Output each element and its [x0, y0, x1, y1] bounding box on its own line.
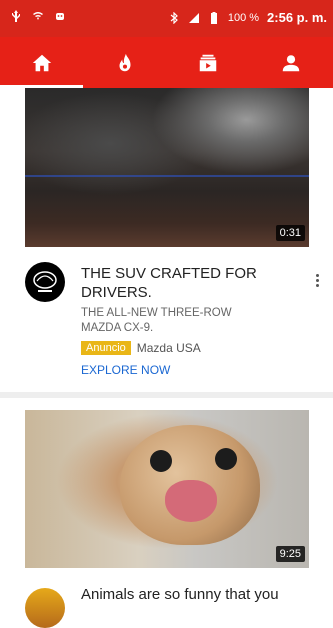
ad-subtitle-line1: THE ALL-NEW THREE-ROW — [81, 307, 232, 319]
ad-badge: Anuncio — [81, 341, 131, 355]
wifi-icon — [33, 12, 43, 20]
video-thumbnail[interactable]: 9:25 — [25, 410, 309, 568]
pug-tongue — [165, 480, 217, 522]
feed-divider — [0, 392, 333, 398]
ad-title-line1[interactable]: THE SUV CRAFTED FOR — [81, 264, 281, 283]
more-dot-icon — [315, 274, 319, 277]
status-bar: 100 % 2:56 p. m. — [0, 0, 333, 37]
battery-percent: 100 % — [227, 11, 260, 24]
tab-subscriptions[interactable] — [167, 37, 250, 88]
status-time: 2:56 p. m. — [267, 10, 327, 25]
more-dot-icon — [315, 279, 319, 282]
pug-eye — [215, 448, 237, 470]
home-icon — [32, 54, 51, 71]
android-icon — [56, 13, 64, 20]
top-nav-bar — [0, 37, 333, 88]
tab-trending[interactable] — [83, 37, 166, 88]
signal-icon — [188, 12, 199, 23]
tab-account[interactable] — [250, 37, 333, 88]
usb-icon — [12, 10, 20, 22]
pug-eye — [150, 450, 172, 472]
more-dot-icon — [315, 284, 319, 287]
bluetooth-icon — [170, 11, 178, 24]
ad-channel-name: Mazda USA — [136, 341, 201, 355]
battery-icon — [210, 11, 217, 24]
thumbnail-accent-line — [25, 175, 309, 177]
video-duration: 9:25 — [275, 546, 305, 562]
mazda-logo-icon — [33, 271, 57, 292]
ad-subtitle-line2: MAZDA CX-9. — [81, 322, 154, 334]
channel-avatar[interactable] — [25, 588, 65, 628]
account-icon — [283, 54, 300, 71]
subscriptions-icon — [199, 54, 217, 71]
ad-title-line2[interactable]: DRIVERS. — [81, 283, 281, 302]
mazda-logo-avatar[interactable] — [25, 262, 65, 302]
video-duration: 0:31 — [275, 225, 305, 241]
trending-fire-icon — [119, 53, 131, 71]
video-title[interactable]: Animals are so funny that you — [81, 586, 279, 603]
ad-video-thumbnail[interactable]: 0:31 — [25, 88, 309, 247]
more-options-button[interactable] — [313, 272, 321, 289]
explore-now-link[interactable]: EXPLORE NOW — [81, 363, 281, 377]
tab-home[interactable] — [0, 37, 84, 88]
